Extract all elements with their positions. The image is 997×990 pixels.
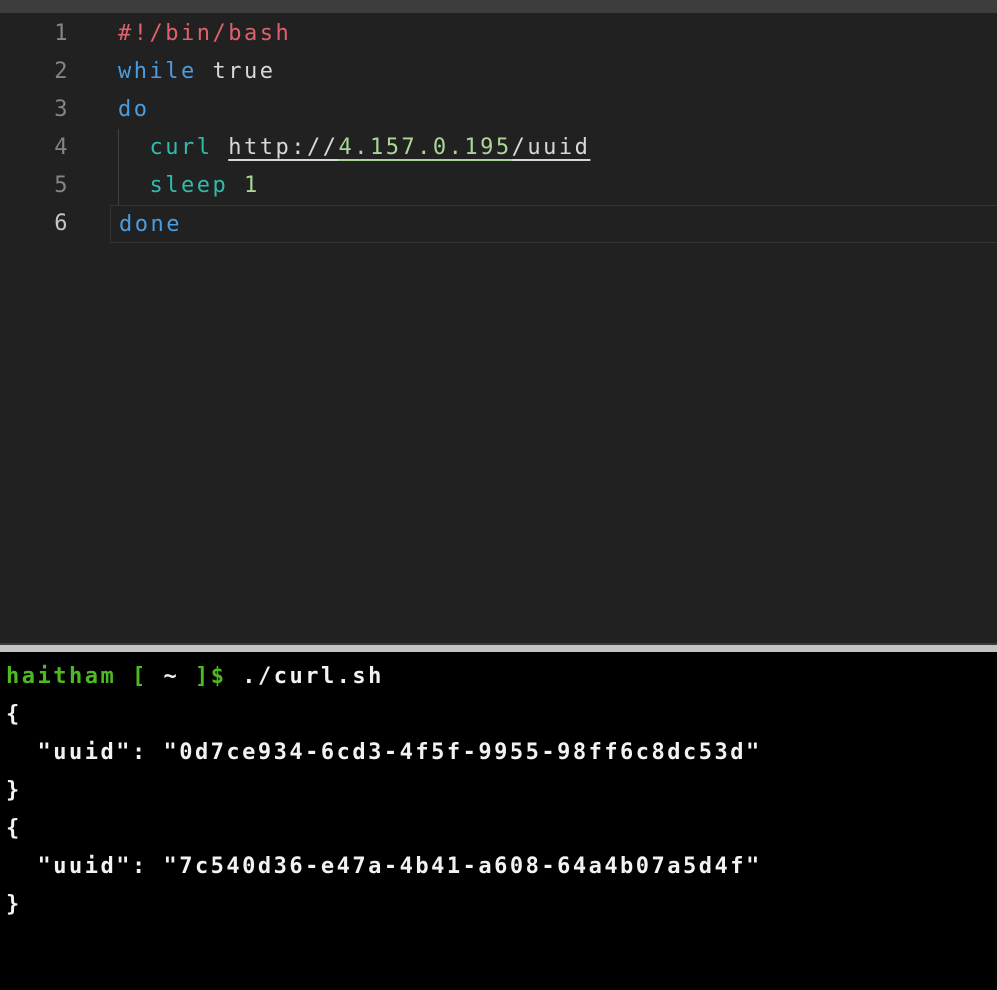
json-uuid: "uuid": "7c540d36-e47a-4b41-a608-64a4b07… — [6, 854, 762, 879]
code-link-token[interactable]: 4.157.0.195 — [338, 135, 511, 160]
code-token: 1 — [244, 173, 260, 198]
line-number: 6 — [0, 205, 110, 243]
line-number: 5 — [0, 167, 110, 205]
code-line[interactable]: 2while true — [0, 53, 997, 91]
terminal-output-line: { — [6, 696, 997, 734]
code-token: do — [118, 97, 150, 122]
line-number: 4 — [0, 129, 110, 167]
code-line-content: sleep 1 — [110, 167, 997, 205]
line-number: 2 — [0, 53, 110, 91]
code-line-content: while true — [110, 53, 997, 91]
code-line[interactable]: 5 sleep 1 — [0, 167, 997, 205]
code-line-content: do — [110, 91, 997, 129]
code-editor[interactable]: 1#!/bin/bash2while true3do4 curl http://… — [0, 0, 997, 643]
code-token: while — [118, 59, 197, 84]
prompt-bracket-open: [ — [116, 664, 163, 689]
code-line-content: curl http://4.157.0.195/uuid — [110, 129, 997, 167]
json-brace: { — [6, 816, 22, 841]
terminal-output-line: "uuid": "7c540d36-e47a-4b41-a608-64a4b07… — [6, 848, 997, 886]
json-brace: } — [6, 778, 22, 803]
code-token — [212, 135, 228, 160]
prompt-bracket-close: ]$ — [179, 664, 226, 689]
code-token: done — [119, 212, 182, 237]
code-link-token[interactable]: /uuid — [512, 135, 591, 160]
code-line[interactable]: 3 do — [0, 91, 997, 129]
json-brace: { — [6, 702, 22, 727]
line-number: 3 — [0, 91, 110, 129]
json-uuid: "uuid": "0d7ce934-6cd3-4f5f-9955-98ff6c8… — [6, 740, 762, 765]
code-token: sleep — [150, 173, 229, 198]
editor-top-bar — [0, 0, 997, 13]
app-window: 1#!/bin/bash2while true3do4 curl http://… — [0, 0, 997, 990]
editor-lines: 1#!/bin/bash2while true3do4 curl http://… — [0, 13, 997, 243]
code-line[interactable]: 6 done — [0, 205, 997, 243]
terminal-output-line: } — [6, 886, 997, 924]
code-line-content: done — [110, 205, 997, 243]
editor-terminal-divider[interactable] — [0, 643, 997, 652]
prompt-user: haitham — [6, 664, 116, 689]
terminal-output-line: } — [6, 772, 997, 810]
code-line-content: #!/bin/bash — [110, 15, 997, 53]
line-number: 1 — [0, 15, 110, 53]
prompt-cwd: ~ — [163, 664, 179, 689]
code-link-token[interactable]: http:// — [228, 135, 338, 160]
code-token — [118, 135, 150, 160]
code-token: true — [197, 59, 276, 84]
code-token — [228, 173, 244, 198]
terminal-output-line: { — [6, 810, 997, 848]
terminal-output-line: "uuid": "0d7ce934-6cd3-4f5f-9955-98ff6c8… — [6, 734, 997, 772]
code-token: curl — [150, 135, 213, 160]
json-brace: } — [6, 892, 22, 917]
code-line[interactable]: 4 curl http://4.157.0.195/uuid — [0, 129, 997, 167]
code-token — [118, 173, 150, 198]
indent-guide — [118, 129, 119, 167]
prompt-line: haitham [ ~ ]$ ./curl.sh — [6, 658, 997, 696]
terminal[interactable]: haitham [ ~ ]$ ./curl.sh { "uuid": "0d7ce… — [0, 652, 997, 990]
command-text: ./curl.sh — [226, 664, 383, 689]
code-token: #!/bin/bash — [118, 21, 291, 46]
code-line[interactable]: 1 #!/bin/bash — [0, 15, 997, 53]
indent-guide — [118, 167, 119, 205]
